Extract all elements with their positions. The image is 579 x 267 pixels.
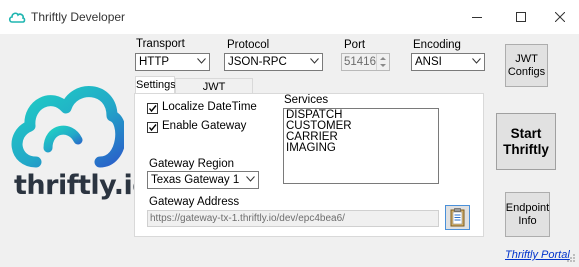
transport-select[interactable]: HTTP — [135, 53, 210, 71]
checkmark-icon — [148, 124, 157, 132]
window-title: Thriftly Developer — [31, 10, 126, 24]
localize-datetime-checkbox[interactable] — [147, 103, 158, 114]
gateway-region-value: Texas Gateway 1 — [151, 174, 240, 186]
minimize-button[interactable] — [463, 6, 491, 28]
clipboard-icon — [450, 208, 465, 227]
gateway-address-field[interactable]: https://gateway-tx-1.thriftly.io/dev/epc… — [147, 210, 439, 227]
enable-gateway-label: Enable Gateway — [162, 120, 247, 132]
jwt-configs-line1: JWT — [515, 52, 538, 65]
start-line2: Thriftly — [503, 141, 549, 157]
thriftly-cloud-icon — [8, 12, 26, 23]
spin-up-icon — [380, 57, 386, 60]
chevron-down-icon — [472, 58, 481, 64]
transport-label: Transport — [136, 38, 185, 50]
encoding-select[interactable]: ANSI — [411, 53, 485, 71]
copy-address-button[interactable] — [445, 205, 470, 230]
gateway-address-label: Gateway Address — [149, 196, 240, 208]
gateway-region-select[interactable]: Texas Gateway 1 — [147, 171, 259, 189]
endpoint-info-line2: Info — [518, 214, 537, 227]
thriftly-portal-link[interactable]: Thriftly Portal — [505, 249, 570, 261]
port-label: Port — [344, 39, 366, 51]
close-icon — [555, 12, 565, 22]
transport-value: HTTP — [139, 56, 170, 68]
jwt-configs-line2: Configs — [507, 65, 546, 78]
port-value: 51416 — [344, 56, 376, 68]
maximize-icon — [516, 12, 526, 22]
maximize-button[interactable] — [507, 6, 535, 28]
protocol-label: Protocol — [227, 39, 270, 51]
app-window: Thriftly Developer thriftly.io Transport… — [0, 0, 579, 267]
list-item[interactable]: IMAGING — [286, 142, 436, 154]
encoding-value: ANSI — [415, 56, 442, 68]
title-bar: Thriftly Developer — [0, 0, 579, 34]
port-spinner-arrows[interactable] — [376, 54, 389, 70]
gateway-address-value: https://gateway-tx-1.thriftly.io/dev/epc… — [150, 213, 345, 224]
localize-datetime-label: Localize DateTime — [162, 101, 257, 113]
endpoint-info-button[interactable]: Endpoint Info — [505, 192, 550, 237]
protocol-select[interactable]: JSON-RPC — [224, 53, 323, 71]
tab-settings-label: Settings — [136, 79, 176, 91]
services-label: Services — [284, 94, 329, 106]
services-listbox[interactable]: DISPATCH CUSTOMER CARRIER IMAGING — [283, 108, 439, 184]
enable-gateway-checkbox[interactable] — [147, 122, 158, 133]
encoding-label: Encoding — [413, 39, 461, 51]
endpoint-info-line1: Endpoint — [505, 201, 550, 214]
chevron-down-icon — [310, 58, 319, 64]
port-spinner[interactable]: 51416 — [341, 53, 390, 71]
chevron-down-icon — [197, 58, 206, 64]
jwt-configs-button[interactable]: JWT Configs — [505, 44, 548, 87]
protocol-value: JSON-RPC — [228, 56, 287, 68]
checkmark-icon — [148, 105, 157, 113]
spin-down-icon — [380, 64, 386, 67]
start-thriftly-button[interactable]: Start Thriftly — [496, 113, 556, 170]
logo-wordmark: thriftly.io — [14, 170, 151, 201]
gateway-region-label: Gateway Region — [149, 158, 235, 170]
resize-grip-icon[interactable] — [566, 253, 576, 263]
minimize-icon — [472, 17, 482, 18]
chevron-down-icon — [246, 176, 255, 182]
close-button[interactable] — [546, 6, 574, 28]
start-line1: Start — [510, 125, 542, 141]
